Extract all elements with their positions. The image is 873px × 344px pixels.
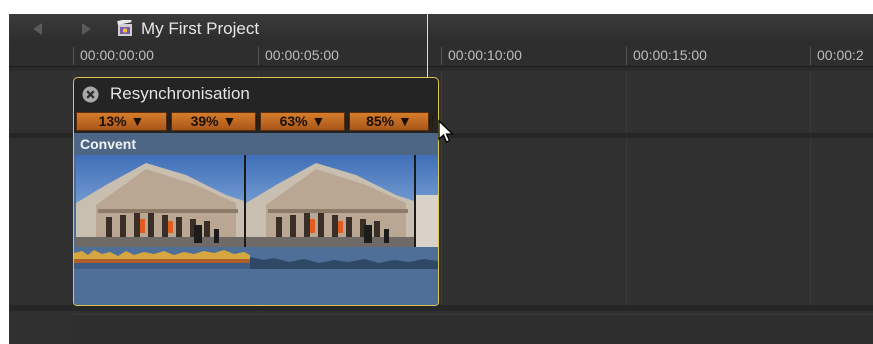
ruler-tick-label: 00:00:2 [810,47,864,65]
arrow-pointer-icon [438,119,455,143]
back-arrow-icon [33,23,42,35]
grid-line [441,67,442,344]
ruler-tick-label: 00:00:10:00 [441,47,522,65]
ruler-tick-label: 00:00:05:00 [258,47,339,65]
speed-segment[interactable]: 63% ▼ [260,112,345,131]
audio-waveform [74,247,438,305]
video-clip[interactable]: Convent [73,133,439,306]
project-title: My First Project [141,19,260,38]
back-button[interactable] [23,19,53,39]
close-circle-icon[interactable] [82,86,99,103]
clapper-project-icon [117,20,132,36]
speed-segment[interactable]: 39% ▼ [171,112,256,131]
speed-segment-label: 13% ▼ [98,113,145,129]
grid-line [626,67,627,344]
speed-end-handle[interactable] [429,116,433,127]
retime-editor-title: Resynchronisation [110,84,250,103]
timeline-title-bar: My First Project [9,14,873,45]
retime-editor[interactable]: Resynchronisation 13% ▼ 39% ▼ 63% ▼ 85% … [73,77,439,133]
ruler-tick-label: 00:00:15:00 [626,47,707,65]
forward-arrow-icon [82,23,91,35]
timeline-window: My First Project 00:00:00:00 00:00:05:00… [9,14,873,344]
empty-track-area[interactable] [73,314,873,344]
speed-segment[interactable]: 13% ▼ [76,112,167,131]
speed-segment-bar: 13% ▼ 39% ▼ 63% ▼ 85% ▼ [76,112,436,132]
speed-segment-label: 63% ▼ [279,113,326,129]
speed-segment[interactable]: 85% ▼ [349,112,429,131]
forward-button[interactable] [71,19,101,39]
building-photo-thumbnail [76,155,438,247]
speed-segment-label: 85% ▼ [366,113,412,129]
grid-line [810,67,811,344]
ruler-tick-label: 00:00:00:00 [73,47,154,65]
clip-name: Convent [80,136,136,152]
speed-segment-label: 39% ▼ [190,113,237,129]
timecode-ruler[interactable]: 00:00:00:00 00:00:05:00 00:00:10:00 00:0… [9,44,873,67]
clip-header: Convent [74,133,438,155]
track-divider [9,67,873,71]
